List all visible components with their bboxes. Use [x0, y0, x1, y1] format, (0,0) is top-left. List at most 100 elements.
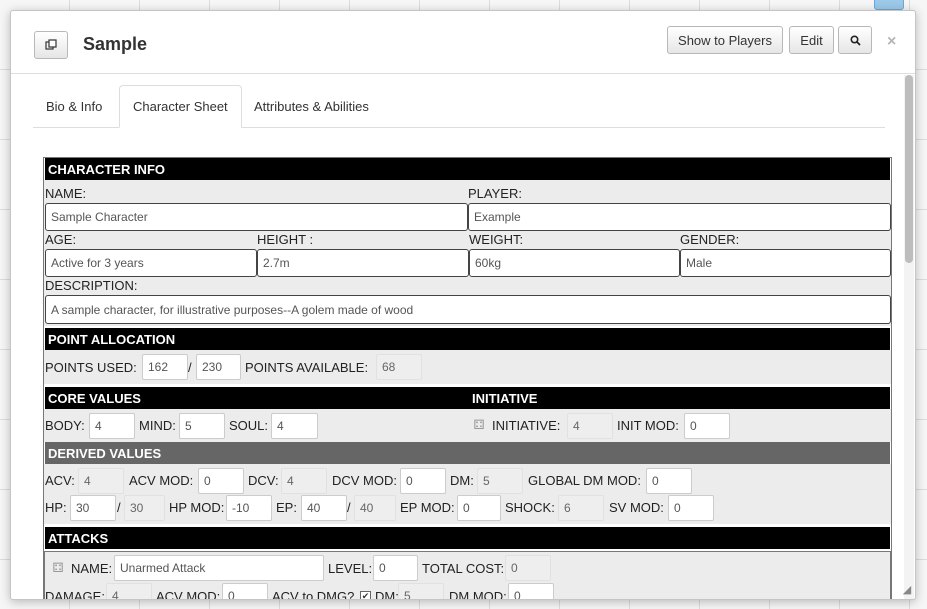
scrollbar[interactable] [904, 75, 914, 599]
ep-label: EP: [276, 500, 297, 515]
dcv-field: 4 [281, 468, 327, 494]
points-available-label: POINTS AVAILABLE: [245, 360, 369, 375]
ep-field[interactable]: 40 [301, 495, 347, 521]
ep-max-field: 40 [354, 495, 396, 521]
initiative-header: INITIATIVE [472, 391, 538, 406]
section-core-values: CORE VALUES INITIATIVE [45, 387, 890, 409]
acv-mod-label: ACV MOD: [129, 473, 194, 488]
hp-mod-label: HP MOD: [169, 500, 225, 515]
player-field[interactable]: Example [468, 203, 891, 231]
attack-name-label: NAME: [71, 561, 113, 576]
attack-dm-label: DM: [375, 589, 399, 599]
ep-mod-label: EP MOD: [400, 500, 455, 515]
acv-field: 4 [78, 468, 124, 494]
global-dm-mod-label: GLOBAL DM MOD: [528, 473, 641, 488]
description-label: DESCRIPTION: [45, 278, 138, 293]
background-token-icon [874, 0, 904, 10]
popout-button[interactable] [34, 31, 68, 59]
attack-dm-field: 5 [398, 583, 444, 599]
section-attacks: ATTACKS [45, 527, 890, 549]
section-derived-values: DERIVED VALUES [45, 442, 890, 464]
hp-label: HP: [45, 500, 67, 515]
points-total-field[interactable]: 230 [196, 354, 241, 380]
hp-field[interactable]: 30 [70, 495, 116, 521]
points-slash: / [188, 360, 192, 375]
acv-to-dmg-checkbox[interactable]: ✔ [360, 591, 371, 599]
gender-field[interactable]: Male [680, 249, 891, 277]
show-to-players-button[interactable]: Show to Players [667, 26, 783, 54]
search-button[interactable] [838, 26, 872, 54]
initiative-field: 4 [567, 413, 613, 439]
weight-field[interactable]: 60kg [469, 249, 680, 277]
shock-field: 6 [558, 495, 604, 521]
attack-level-label: LEVEL: [328, 561, 373, 576]
dialog-title: Sample [83, 34, 148, 54]
section-character-info: CHARACTER INFO [45, 158, 890, 180]
init-mod-label: INIT MOD: [617, 418, 679, 433]
scrollbar-thumb[interactable] [905, 75, 913, 263]
sv-mod-field[interactable]: 0 [668, 495, 714, 521]
name-label: NAME: [45, 186, 87, 201]
attack-dm-mod-field[interactable]: 0 [508, 583, 554, 599]
age-field[interactable]: Active for 3 years [45, 249, 257, 277]
gender-label: GENDER: [680, 232, 740, 247]
attack-level-field[interactable]: 0 [373, 555, 418, 581]
acv-to-dmg-label: ACV to DMG? [272, 589, 355, 599]
dcv-label: DCV: [248, 473, 279, 488]
attack-dice-icon[interactable]: ⚃ [50, 560, 66, 576]
character-dialog: Sample Show to Players Edit × Bio & Info… [10, 10, 916, 600]
acv-label: ACV: [45, 473, 75, 488]
core-values-header: CORE VALUES [48, 391, 141, 406]
tab-bio-info[interactable]: Bio & Info [33, 85, 115, 128]
dialog-titlebar: Sample Show to Players Edit × [11, 11, 915, 74]
points-used-field[interactable]: 162 [142, 354, 188, 380]
attack-total-cost-label: TOTAL COST: [422, 561, 505, 576]
attack-damage-field: 4 [106, 583, 152, 599]
dcv-mod-field[interactable]: 0 [400, 468, 446, 494]
tab-attributes-abilities[interactable]: Attributes & Abilities [241, 85, 382, 128]
attack-acv-mod-field[interactable]: 0 [222, 583, 268, 599]
hp-mod-field[interactable]: -10 [226, 495, 272, 521]
dm-label: DM: [450, 473, 474, 488]
body-label: BODY: [45, 418, 85, 433]
acv-mod-field[interactable]: 0 [198, 468, 244, 494]
height-field[interactable]: 2.7m [257, 249, 469, 277]
tab-bar: Bio & Info Character Sheet Attributes & … [33, 85, 885, 128]
mind-label: MIND: [139, 418, 176, 433]
attack-dm-mod-label: DM MOD: [449, 589, 507, 599]
popout-icon [45, 39, 57, 50]
player-label: PLAYER: [468, 186, 522, 201]
dialog-content: Bio & Info Character Sheet Attributes & … [11, 75, 903, 599]
dm-field: 5 [477, 468, 523, 494]
attack-total-cost-field: 0 [505, 555, 551, 581]
ep-slash: / [347, 500, 351, 515]
global-dm-mod-field[interactable]: 0 [646, 468, 692, 494]
attack-acv-mod-label: ACV MOD: [156, 589, 221, 599]
tab-character-sheet[interactable]: Character Sheet [119, 85, 242, 128]
search-icon [849, 34, 861, 46]
attack-name-field[interactable]: Unarmed Attack [114, 555, 324, 581]
resize-handle-icon[interactable]: ◢ [900, 583, 914, 597]
mind-field[interactable]: 5 [179, 413, 225, 439]
initiative-dice-icon[interactable]: ⚃ [471, 417, 487, 433]
close-icon[interactable]: × [887, 33, 896, 51]
age-label: AGE: [45, 232, 77, 247]
init-mod-field[interactable]: 0 [684, 413, 730, 439]
height-label: HEIGHT : [257, 232, 314, 247]
section-point-allocation: POINT ALLOCATION [45, 328, 890, 350]
soul-label: SOUL: [229, 418, 269, 433]
character-sheet: CHARACTER INFO NAME: PLAYER: Sample Char… [43, 157, 892, 599]
name-field[interactable]: Sample Character [45, 203, 468, 231]
description-textarea[interactable]: A sample character, for illustrative pur… [45, 295, 891, 324]
ep-mod-field[interactable]: 0 [457, 495, 501, 521]
sv-mod-label: SV MOD: [609, 500, 664, 515]
dcv-mod-label: DCV MOD: [332, 473, 397, 488]
points-used-label: POINTS USED: [45, 360, 137, 375]
points-available-field: 68 [376, 354, 422, 380]
initiative-label: INITIATIVE: [492, 418, 561, 433]
attack-damage-label: DAMAGE: [45, 589, 105, 599]
body-field[interactable]: 4 [89, 413, 135, 439]
soul-field[interactable]: 4 [271, 413, 318, 439]
edit-button[interactable]: Edit [789, 26, 834, 54]
hp-max-field: 30 [124, 495, 165, 521]
